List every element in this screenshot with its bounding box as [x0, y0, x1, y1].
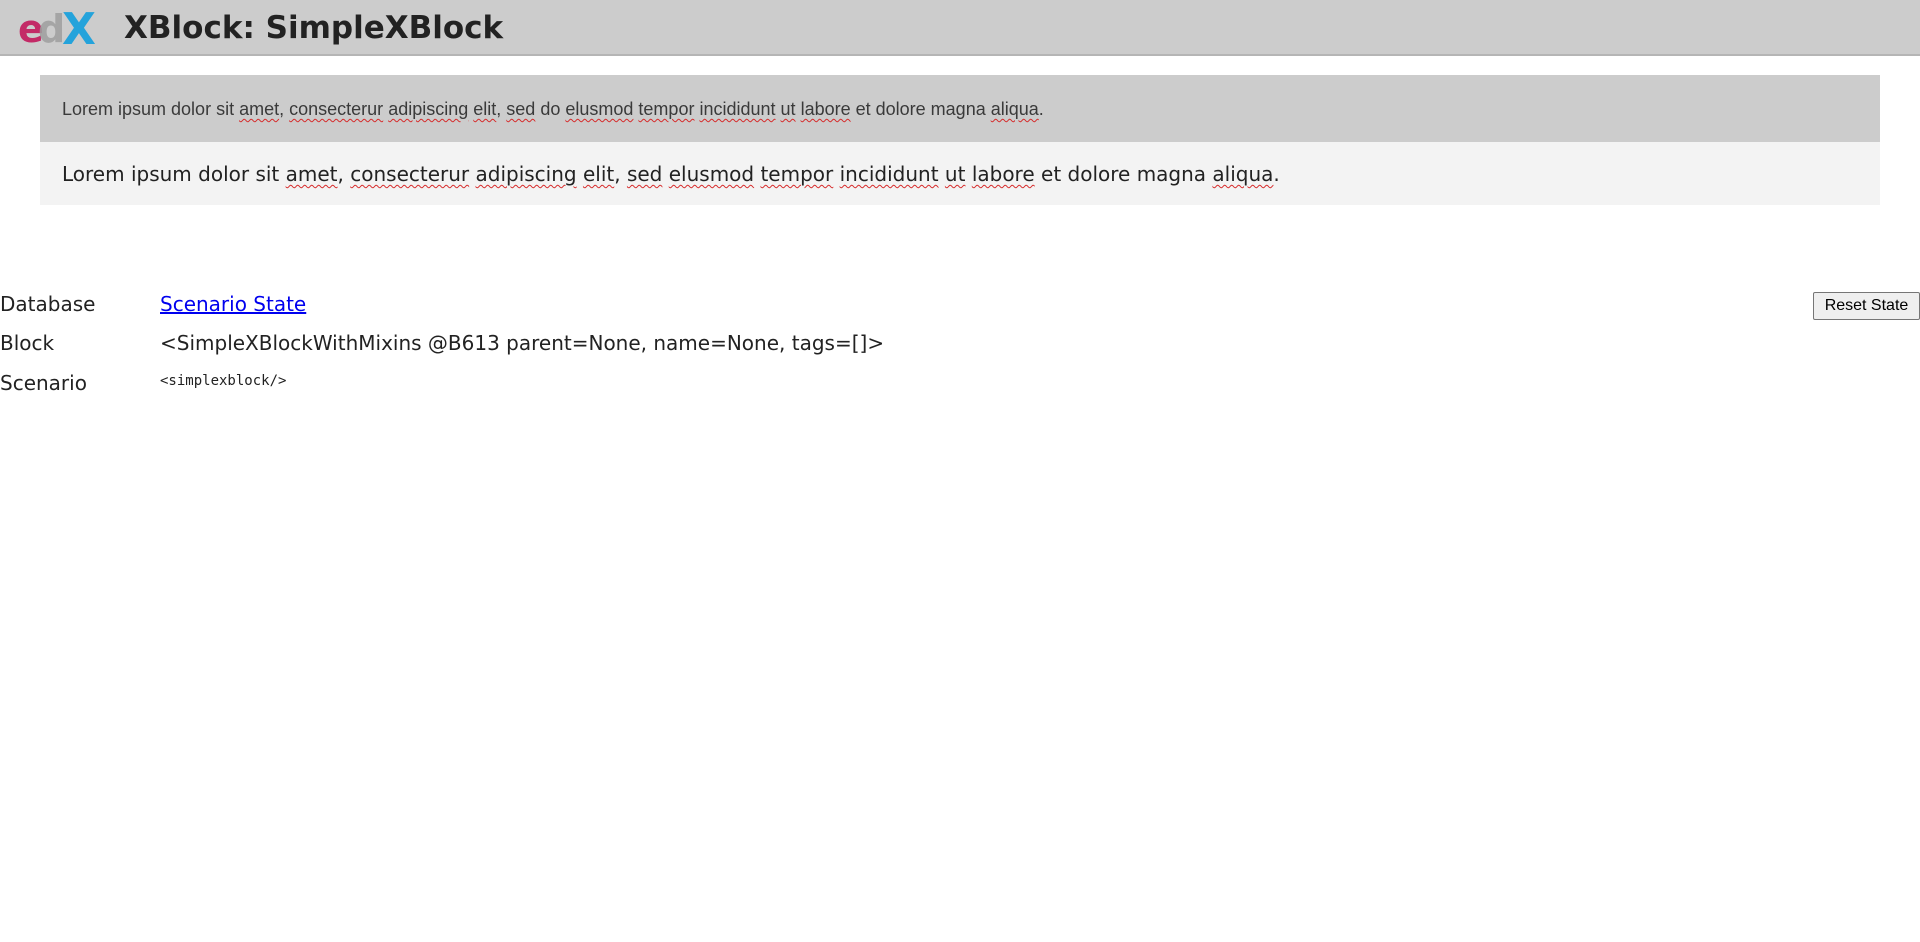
spellcheck-word: elit [582, 162, 615, 186]
text-segment: , [337, 162, 351, 186]
author-view-panel: Lorem ipsum dolor sit amet, consecterur … [40, 142, 1880, 205]
student-view-panel: Lorem ipsum dolor sit amet, consecterur … [40, 75, 1880, 142]
text-segment: , [614, 162, 627, 186]
top-header-bar: e d X XBlock: SimpleXBlock [0, 0, 1920, 56]
block-label: Block [0, 331, 55, 355]
spellcheck-word: amet [239, 99, 280, 119]
text-segment: . [1273, 162, 1280, 186]
text-segment: do [535, 99, 566, 119]
text-segment: , [279, 99, 290, 119]
author-view-text: Lorem ipsum dolor sit amet, consecterur … [62, 162, 1280, 186]
spellcheck-word: sed [626, 162, 663, 186]
spellcheck-word: labore [800, 99, 851, 119]
spellcheck-word: tempor [760, 162, 834, 186]
spellcheck-word: consecterur [350, 162, 470, 186]
spellcheck-word: tempor [638, 99, 695, 119]
spellcheck-word: consecterur [289, 99, 384, 119]
student-view-text: Lorem ipsum dolor sit amet, consecterur … [62, 98, 1044, 120]
spellcheck-word: labore [971, 162, 1035, 186]
spellcheck-word: adipiscing [475, 162, 577, 186]
spellcheck-word: incididunt [699, 99, 776, 119]
scenario-label: Scenario [0, 371, 87, 395]
spellcheck-word: aliqua [1212, 162, 1274, 186]
spellcheck-word: adipiscing [388, 99, 469, 119]
spellcheck-word: amet [285, 162, 338, 186]
spellcheck-word: sed [506, 99, 536, 119]
spellcheck-word: elusmod [565, 99, 634, 119]
database-row: Database Scenario State [0, 290, 1000, 320]
svg-text:X: X [62, 6, 96, 50]
scenario-row: Scenario <simplexblock/> [0, 369, 1000, 399]
reset-state-button[interactable]: Reset State [1813, 292, 1920, 320]
spellcheck-word: elusmod [668, 162, 755, 186]
edx-logo: e d X [18, 4, 102, 55]
scenario-state-link[interactable]: Scenario State [160, 290, 306, 318]
spellcheck-word: ut [944, 162, 966, 186]
text-segment: et dolore magna [850, 99, 991, 119]
database-label: Database [0, 292, 96, 316]
block-row: Block <SimpleXBlockWithMixins @B613 pare… [0, 329, 1000, 359]
spellcheck-word: ut [780, 99, 796, 119]
page-title: XBlock: SimpleXBlock [124, 10, 504, 46]
text-segment: Lorem ipsum dolor sit [62, 99, 240, 119]
text-segment: et dolore magna [1034, 162, 1213, 186]
text-segment: , [496, 99, 507, 119]
spellcheck-word: incididunt [839, 162, 939, 186]
spellcheck-word: aliqua [990, 99, 1039, 119]
text-segment: . [1038, 99, 1044, 119]
spellcheck-word: elit [473, 99, 497, 119]
text-segment: Lorem ipsum dolor sit [62, 162, 286, 186]
scenario-value: <simplexblock/> [160, 373, 287, 389]
block-value: <SimpleXBlockWithMixins @B613 parent=Non… [160, 331, 885, 355]
